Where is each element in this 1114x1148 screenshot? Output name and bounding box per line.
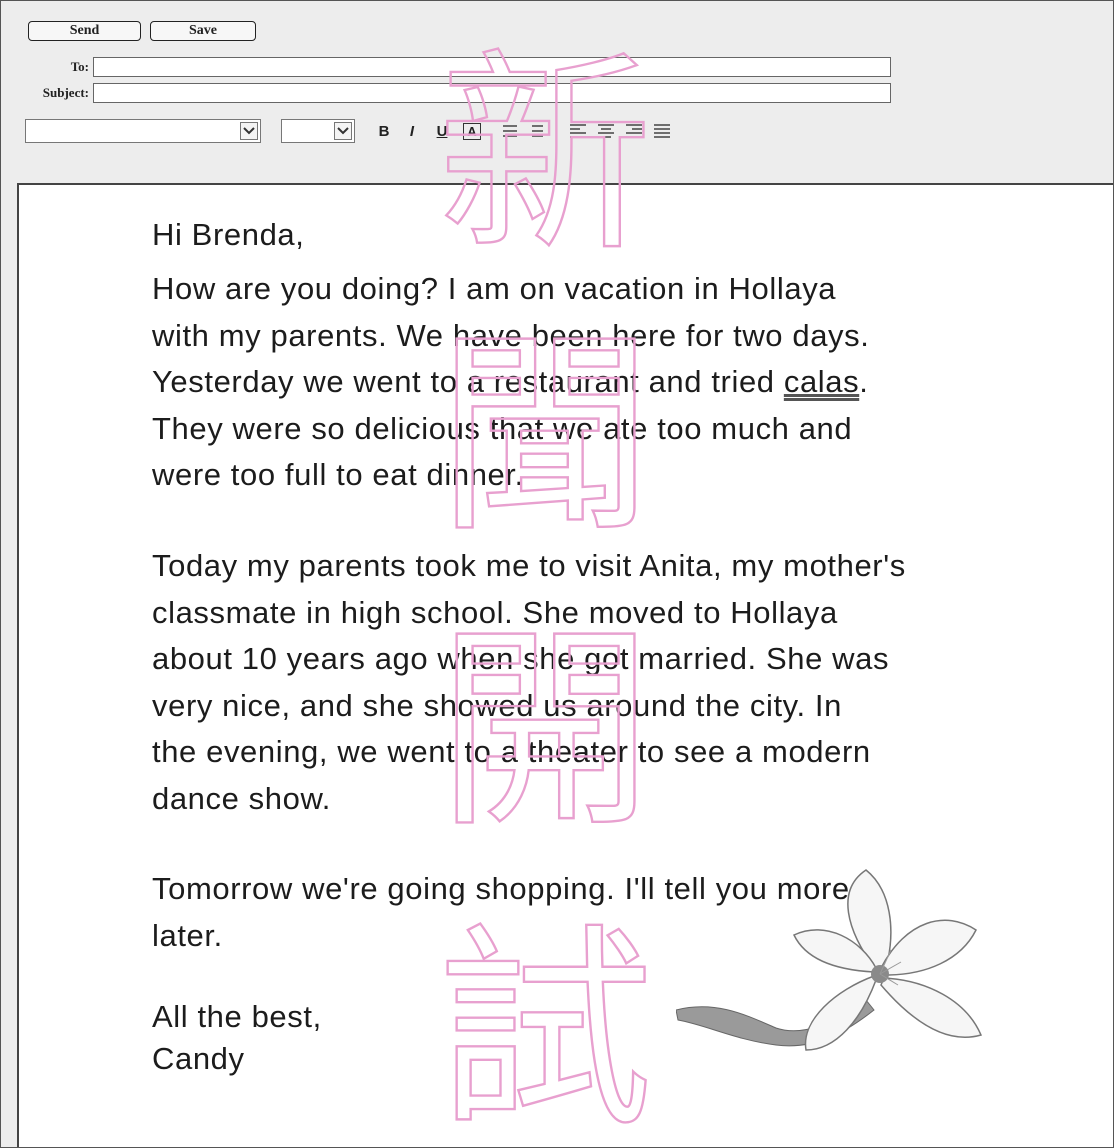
save-button[interactable]: Save	[150, 21, 256, 41]
numbered-list-icon[interactable]	[501, 119, 519, 143]
align-center-icon[interactable]	[597, 119, 615, 143]
letter-line: dance show.	[152, 780, 331, 816]
letter-line: the evening, we went to a theater to see…	[152, 734, 871, 769]
letter-line: classmate in high school. She moved to H…	[152, 594, 838, 630]
letter-line-text: Yesterday we went to a restaurant and tr…	[152, 364, 784, 399]
letter-line: They were so delicious that we ate too m…	[152, 410, 853, 446]
chevron-down-icon[interactable]	[240, 122, 258, 140]
letter-line: How are you doing? I am on vacation in H…	[152, 271, 837, 306]
letter-line: very nice, and she showed us around the …	[152, 687, 842, 723]
send-button[interactable]: Send	[28, 21, 141, 41]
letter-signature: Candy	[152, 1041, 245, 1076]
underlined-word: calas	[783, 364, 860, 399]
subject-field[interactable]	[93, 83, 891, 103]
align-left-icon[interactable]	[569, 119, 587, 143]
justify-icon[interactable]	[653, 119, 671, 143]
letter-line-end: .	[859, 364, 869, 399]
italic-button[interactable]: I	[403, 119, 421, 143]
letter-greeting: Hi Brenda,	[152, 217, 305, 252]
letter-line: Today my parents took me to visit Anita,…	[152, 548, 906, 583]
lily-flower-icon	[676, 869, 983, 1051]
letter-closing: All the best,	[152, 999, 322, 1034]
letter-line: with my parents. We have been here for t…	[152, 317, 870, 353]
font-size-select[interactable]	[281, 119, 355, 143]
to-label: To:	[70, 59, 89, 74]
letter-line: were too full to eat dinner.	[152, 457, 524, 492]
underline-button[interactable]: U	[433, 119, 451, 143]
bold-button[interactable]: B	[375, 119, 393, 143]
letter-line: Yesterday we went to a restaurant and tr…	[152, 359, 869, 406]
text-color-label: A	[463, 122, 481, 140]
bullet-list-icon[interactable]	[527, 119, 545, 143]
font-family-select[interactable]	[25, 119, 261, 143]
letter-paragraph-1: How are you doing? I am on vacation in H…	[152, 266, 869, 499]
letter-signoff: All the best, Candy	[152, 996, 322, 1080]
align-right-icon[interactable]	[625, 119, 643, 143]
compose-header: Send Save To: Subject: B I U A	[1, 1, 1113, 183]
chevron-down-icon[interactable]	[334, 122, 352, 140]
subject-label: Subject:	[42, 85, 89, 100]
text-color-button[interactable]: A	[461, 119, 483, 143]
letter-paragraph-2: Today my parents took me to visit Anita,…	[152, 543, 906, 822]
to-field[interactable]	[93, 57, 891, 77]
letter-line: about 10 years ago when she got married.…	[152, 641, 890, 676]
